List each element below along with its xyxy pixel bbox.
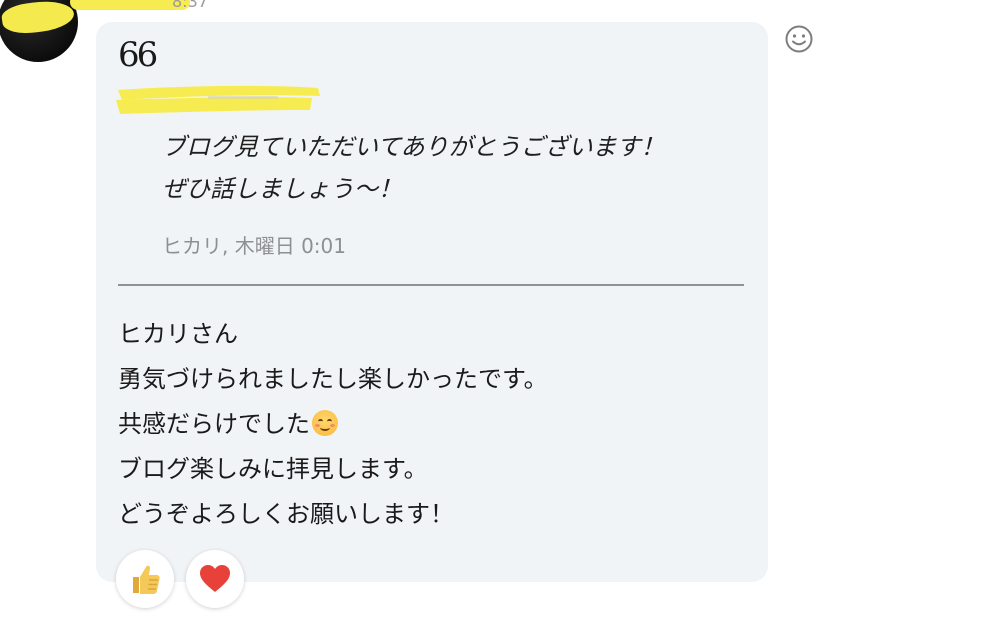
quote-divider [118, 284, 744, 286]
message-line: 勇気づけられましたし楽しかったです。 [118, 365, 548, 393]
quoted-author-redaction [116, 85, 320, 114]
heart-reaction-button[interactable] [186, 550, 244, 608]
sender-avatar[interactable] [0, 0, 78, 62]
thumbs-up-icon [133, 565, 160, 594]
thumbs-up-reaction-button[interactable] [116, 550, 174, 608]
quoted-line: ぜひ話しましょう〜！ [162, 175, 402, 203]
message-line: ヒカリさん [118, 320, 238, 348]
chat-message-view: 8:37 66 ブログ見ていただいてありがとうございます！ ぜひ話しましょう〜！… [0, 0, 1002, 628]
quote-mark-icon: 66 [118, 35, 158, 75]
message-line: 共感だらけでした [118, 402, 548, 447]
heart-icon [200, 565, 230, 592]
avatar-redaction [0, 0, 76, 37]
smiley-icon[interactable] [784, 24, 814, 54]
quoted-message: ブログ見ていただいてありがとうございます！ ぜひ話しましょう〜！ [162, 126, 665, 210]
message-line: ブログ楽しみに拝見します。 [118, 455, 428, 483]
message-line: どうぞよろしくお願いします！ [118, 500, 454, 528]
message-body: ヒカリさん 勇気づけられましたし楽しかったです。 共感だらけでした ブログ楽しみ… [118, 312, 548, 537]
message-timestamp: 8:37 [172, 0, 208, 11]
quoted-line: ブログ見ていただいてありがとうございます！ [162, 133, 665, 161]
smiling-face-emoji-icon [312, 410, 338, 436]
quoted-meta: ヒカリ, 木曜日 0:01 [162, 234, 346, 258]
message-line-text: 共感だらけでした [118, 410, 310, 438]
